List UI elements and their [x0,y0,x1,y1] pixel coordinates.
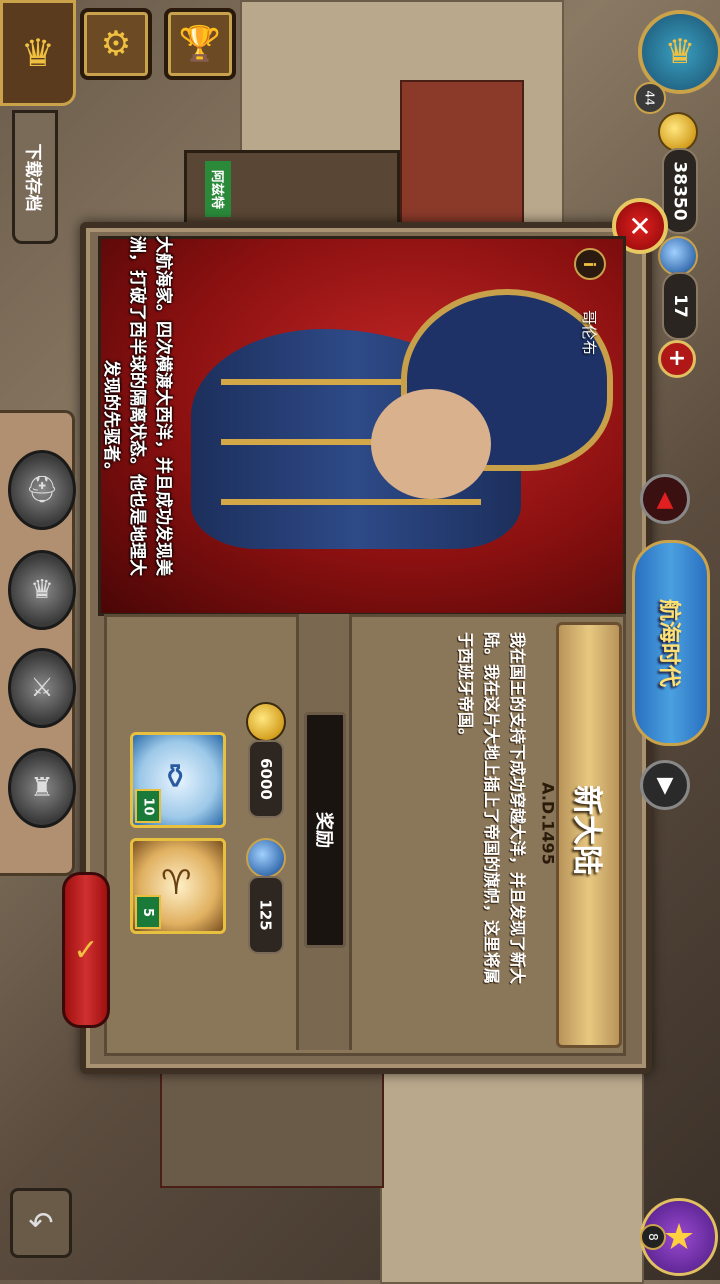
hero-portrait [98,236,626,616]
add-medals-button[interactable]: + [658,340,696,378]
gear-icon: ⚙ [100,24,132,64]
medal-icon [658,236,698,276]
reward-cost-value: 125 [257,899,275,931]
sword-icon: ⚔ [30,673,54,703]
reward-banner-label: 奖励 [313,812,334,848]
next-era-button[interactable]: ▼ [640,760,690,810]
background-roof-bottom [160,1064,384,1188]
castle-icon: ♜ [30,773,54,803]
back-arrow-icon: ↶ [28,1205,54,1241]
reward-qty: 10 [135,789,161,823]
reward-item[interactable]: ♈ 5 [130,838,226,934]
confirm-button[interactable]: ✓ [62,872,110,1028]
previous-era-button[interactable]: ▲ [640,474,690,524]
back-button[interactable]: ↶ [10,1188,72,1258]
medal-counter: 17 [662,272,698,340]
star-icon: ★ [662,1216,696,1258]
info-icon: i [580,261,600,267]
reward-cost: 6000 [248,740,284,818]
reward-qty-value: 10 [140,796,156,816]
download-save-label: 下载存档 [22,143,43,211]
level-badge: 44 [634,82,666,114]
coin-icon [658,112,698,152]
era-title: 新大陆 [569,785,604,875]
coin-icon [246,702,286,742]
age-label: 航海时代 [656,598,682,688]
era-story-line-3: 于西班牙帝国。 [456,632,475,745]
hero-description-line-1: 大航海家。四次横渡大西洋，并且成功发现美 [153,236,173,576]
settings-button[interactable]: ⚙ [80,8,152,80]
side-menu-helmet[interactable]: ⛑ [8,450,76,530]
crown-icon: ♛ [20,31,56,75]
crown-icon: ♛ [30,575,54,605]
crown-badge[interactable]: ♛ [0,0,76,106]
medal-value: 17 [669,294,690,318]
side-menu-crown[interactable]: ♛ [8,550,76,630]
era-story-line-1: 我在国王的支持下成功穿越大洋，并且发现了新大 [508,632,527,985]
download-save-button[interactable]: 下载存档 [12,110,58,244]
era-story-line-2: 陆。我在这片大地上插上了帝国的旗帜，这里将属 [482,632,501,985]
hero-face [371,389,491,499]
level-value: 44 [643,90,657,106]
reward-banner: 奖励 [304,712,346,948]
era-date: A.D.1495 [538,782,558,865]
hero-description-line-3: 发现的先驱者。 [101,360,121,479]
hero-name: 哥伦布 [580,310,598,356]
crown-icon: ♛ [664,32,696,72]
side-menu-sword[interactable]: ⚔ [8,648,76,728]
reward-item[interactable]: ⚱ 10 [130,732,226,828]
age-emblem: 航海时代 [632,540,710,746]
reward-cost: 125 [248,876,284,954]
background-wall [380,1060,644,1284]
background-roof [400,80,524,224]
checkmark-icon: ✓ [73,932,99,968]
triangle-down-icon: ▼ [656,772,674,798]
coin-value: 38350 [670,161,690,221]
side-menu-castle[interactable]: ♜ [8,748,76,828]
event-card-tag: 阿兹特 [205,161,231,217]
hero-description-line-2: 洲，打破了西半球的隔离状态。他也是地理大 [127,236,147,576]
medal-icon [246,838,286,878]
triangle-up-icon: ▲ [656,486,674,512]
horn-icon: ♈ [161,863,192,903]
reward-qty: 5 [135,895,161,929]
star-count-value: 8 [645,1233,660,1241]
era-title-block: 新大陆 A.D.1495 [539,760,620,900]
helmet-icon: ⛑ [25,475,59,505]
reward-qty-value: 5 [140,907,156,917]
event-card-tag-label: 阿兹特 [208,169,224,209]
trophy-button[interactable]: 🏆 [164,8,236,80]
close-icon: ✕ [628,209,652,243]
hero-info-button[interactable]: i [574,248,606,280]
trophy-icon: 🏆 [178,24,222,64]
star-count-badge: 8 [640,1224,666,1250]
event-card[interactable]: 阿兹特 [184,150,400,228]
reward-cost-value: 6000 [257,758,275,800]
coat-trim [221,499,481,505]
porcelain-vase-icon: ⚱ [161,757,190,797]
